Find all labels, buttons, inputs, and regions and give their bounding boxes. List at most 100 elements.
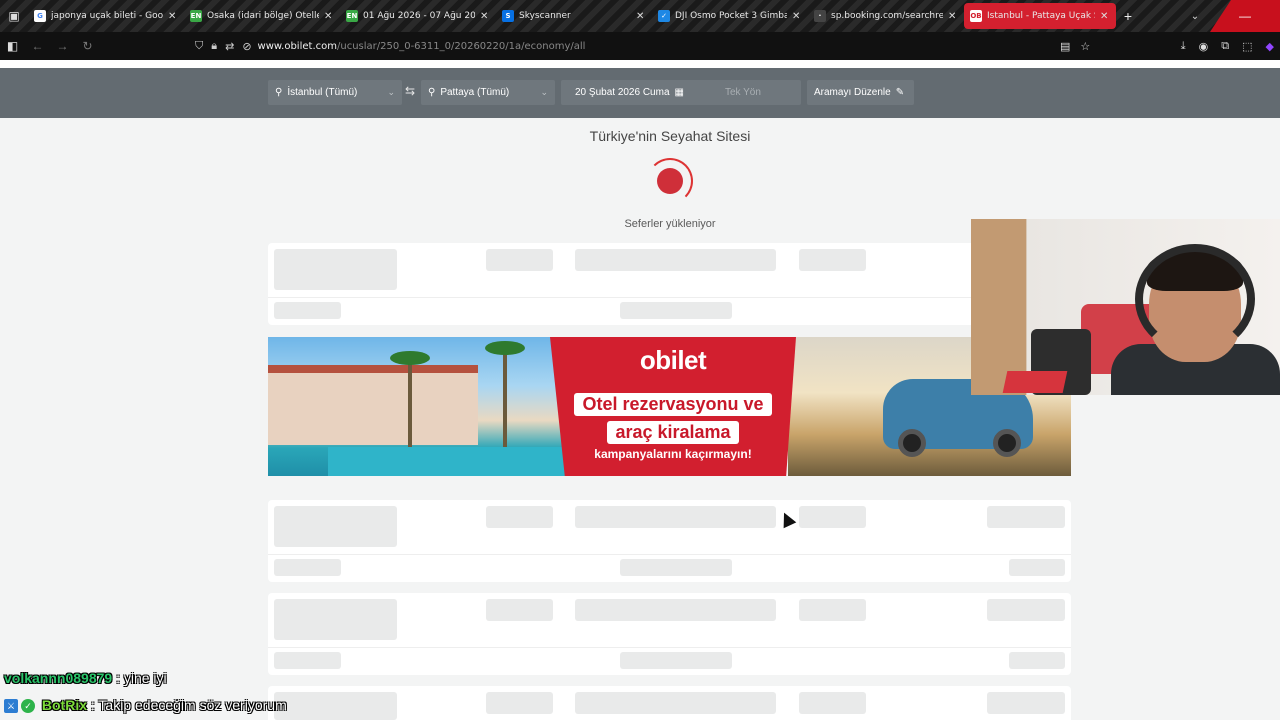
tab-overview-icon[interactable]: ▣ <box>0 0 28 32</box>
new-tab-button[interactable]: + <box>1116 8 1140 24</box>
close-icon[interactable]: ✕ <box>948 11 958 22</box>
close-icon[interactable]: ✕ <box>636 11 646 22</box>
tab-title: japonya uçak bileti - Google Se <box>51 11 163 21</box>
skeleton-block <box>799 506 866 528</box>
return-date-placeholder: Tek Yön <box>724 87 761 98</box>
download-icon[interactable]: ⤓ <box>1181 40 1186 53</box>
reader-view-icon[interactable]: ▤ <box>1060 40 1070 53</box>
tab-title: DJI Osmo Pocket 3 Gimbal Fiya <box>675 11 787 21</box>
skeleton-block <box>274 652 341 669</box>
bookmark-star-icon[interactable]: ☆ <box>1080 40 1090 53</box>
twitch-icon[interactable]: ◆ <box>1266 40 1274 53</box>
skeleton-block <box>987 506 1065 528</box>
skeleton-block <box>620 652 732 669</box>
site-tagline: Türkiye'nin Seyahat Sitesi <box>589 128 751 144</box>
skeleton-block <box>575 599 776 621</box>
palm-trunk <box>503 347 507 447</box>
skeleton-block <box>486 599 553 621</box>
skeleton-block <box>799 692 866 714</box>
date-field[interactable]: 20 Şubat 2026 Cuma ▦ Tek Yön <box>561 80 801 105</box>
obilet-icon: OB <box>970 10 982 22</box>
promo-banner[interactable]: obilet Otel rezervasyonu ve araç kiralam… <box>268 337 1071 476</box>
skeleton-block <box>620 302 732 319</box>
edit-search-label: Aramayı Düzenle <box>814 87 891 98</box>
forward-icon[interactable]: → <box>50 39 75 53</box>
tab-title: İstanbul - Pattaya Uçak Seferi - <box>987 11 1095 21</box>
car-wheel <box>993 429 1021 457</box>
card-divider <box>268 554 1071 555</box>
chevron-down-icon: ⌄ <box>540 87 548 97</box>
card-divider <box>268 297 1071 298</box>
skeleton-block <box>620 559 732 576</box>
flight-skeleton-card <box>268 686 1071 720</box>
account-icon[interactable]: ◉ <box>1199 40 1209 53</box>
close-icon[interactable]: ✕ <box>480 11 490 22</box>
lock-icon[interactable]: 🔒︎ <box>211 40 217 53</box>
destination-field[interactable]: ⚲ Pattaya (Tümü) ⌄ <box>421 80 555 105</box>
close-icon[interactable]: ✕ <box>324 11 334 22</box>
chat-message: ⚔ ✓ BotRix : Takip edeceğim söz veriyorum <box>4 697 287 714</box>
destination-value: Pattaya (Tümü) <box>440 87 510 98</box>
tab-title: 01 Ağu 2026 - 07 Ağu 2026 Ar <box>363 11 475 21</box>
camera-off-icon[interactable]: ⊘ <box>242 40 251 53</box>
palm-trunk <box>408 357 412 447</box>
flight-skeleton-card <box>268 243 1071 325</box>
skeleton-block <box>799 599 866 621</box>
close-icon[interactable]: ✕ <box>1100 11 1110 22</box>
close-icon[interactable]: ✕ <box>792 11 802 22</box>
promo-line-2: araç kiralama <box>550 421 796 444</box>
browser-tab-active[interactable]: OB İstanbul - Pattaya Uçak Seferi - ✕ <box>964 3 1116 29</box>
ets-icon: EN <box>346 10 358 22</box>
browser-tab[interactable]: EN Osaka (idari bölge) Otelleri İçin ✕ <box>184 3 340 29</box>
sidebar-toggle-icon[interactable]: ◧ <box>0 39 25 53</box>
search-summary-bar: ⚲ İstanbul (Tümü) ⌄ ⇆ ⚲ Pattaya (Tümü) ⌄… <box>0 68 1280 118</box>
obilet-logo: obilet <box>639 345 707 375</box>
webcam-door <box>971 219 1026 395</box>
browser-tab[interactable]: G japonya uçak bileti - Google Se ✕ <box>28 3 184 29</box>
url-status-icons: ⛉ 🔒︎ ⇄ ⊘ <box>195 40 252 53</box>
hotel-building <box>268 365 478 445</box>
url-field[interactable]: www.obilet.com/ucuslar/250_0-6311_0/2026… <box>258 41 586 52</box>
skeleton-block <box>575 249 776 271</box>
promo-text: Otel rezervasyonu ve <box>574 393 772 416</box>
app-menu-icon[interactable]: ⬚ <box>1242 40 1252 53</box>
skeleton-block <box>274 692 397 720</box>
location-pin-icon: ⚲ <box>428 87 436 98</box>
browser-tab[interactable]: · sp.booking.com/searchresults.t ✕ <box>808 3 964 29</box>
page-actions: ▤ ☆ <box>1060 32 1090 60</box>
streamer-logo <box>1002 371 1068 393</box>
reload-icon[interactable]: ↻ <box>75 39 100 53</box>
swap-icon[interactable]: ⇆ <box>405 84 415 98</box>
back-icon[interactable]: ← <box>25 39 50 53</box>
tab-title: sp.booking.com/searchresults.t <box>831 11 943 21</box>
browser-tab[interactable]: EN 01 Ağu 2026 - 07 Ağu 2026 Ar ✕ <box>340 3 496 29</box>
origin-value: İstanbul (Tümü) <box>287 87 358 98</box>
skeleton-block <box>486 692 553 714</box>
chevron-down-icon: ⌄ <box>387 87 395 97</box>
edit-search-button[interactable]: Aramayı Düzenle ✎ <box>807 80 914 105</box>
booking-icon: · <box>814 10 826 22</box>
browser-tab[interactable]: S Skyscanner ✕ <box>496 3 652 29</box>
skeleton-block <box>274 559 341 576</box>
toolbar-actions: ⤓ ◉ ⧉ ⬚ ◆ <box>1181 32 1274 60</box>
close-icon[interactable]: ✕ <box>168 11 178 22</box>
pool <box>328 447 568 476</box>
shield-icon[interactable]: ⛉ <box>195 40 203 53</box>
check-icon: ✓ <box>658 10 670 22</box>
skeleton-block <box>274 249 397 290</box>
permissions-icon[interactable]: ⇄ <box>225 40 234 53</box>
skeleton-block <box>987 692 1065 714</box>
chevron-down-icon[interactable]: ⌄ <box>1180 11 1210 22</box>
origin-field[interactable]: ⚲ İstanbul (Tümü) ⌄ <box>268 80 402 105</box>
address-bar-row: ◧ ← → ↻ ⛉ 🔒︎ ⇄ ⊘ www.obilet.com/ucuslar/… <box>0 32 1280 60</box>
browser-tab[interactable]: ✓ DJI Osmo Pocket 3 Gimbal Fiya ✕ <box>652 3 808 29</box>
card-divider <box>268 647 1071 648</box>
skyscanner-icon: S <box>502 10 514 22</box>
extensions-icon[interactable]: ⧉ <box>1221 40 1229 53</box>
minimize-button[interactable]: — <box>1210 0 1280 32</box>
chat-username: volkannn089879 <box>4 670 113 686</box>
verified-badge-icon: ✓ <box>21 699 35 714</box>
car-wheel <box>898 429 926 457</box>
palm-frond <box>390 351 430 365</box>
page-top-border <box>0 60 1280 68</box>
